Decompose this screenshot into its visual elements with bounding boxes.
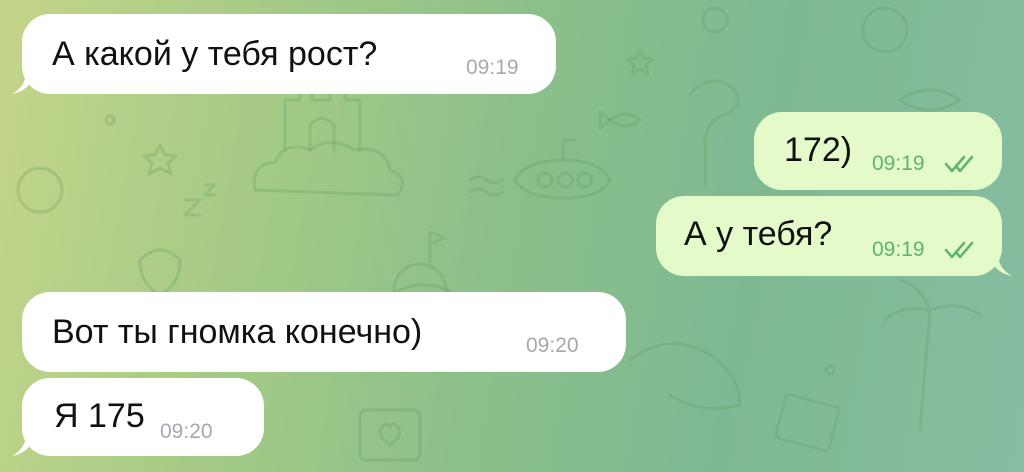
message-bubble-outgoing[interactable]: 172) 09:19 [754, 112, 1002, 190]
message-time: 09:19 [872, 238, 925, 261]
message-text: Вот ты гномка конечно) [52, 313, 423, 351]
message-text: Я 175 [54, 397, 145, 435]
read-double-check-icon [944, 241, 974, 259]
message-text: 172) [784, 131, 853, 169]
message-bubble-incoming[interactable]: Я 175 09:20 [12, 378, 264, 456]
message-bubble-outgoing[interactable]: А у тебя? 09:19 [656, 196, 1012, 276]
bubble-tail-icon [12, 72, 34, 94]
message-time: 09:20 [526, 334, 579, 357]
message-bubble-incoming[interactable]: Вот ты гномка конечно) 09:20 [22, 292, 626, 372]
bubble-tail-icon [990, 254, 1012, 276]
read-double-check-icon [944, 155, 974, 173]
message-bubble-incoming[interactable]: А какой у тебя рост? 09:19 [12, 14, 556, 94]
message-time: 09:20 [160, 420, 213, 443]
bubble-tail-icon [12, 434, 34, 456]
message-time: 09:19 [466, 56, 519, 79]
message-text: А какой у тебя рост? [52, 35, 378, 73]
message-text: А у тебя? [684, 215, 833, 253]
message-time: 09:19 [872, 152, 925, 175]
